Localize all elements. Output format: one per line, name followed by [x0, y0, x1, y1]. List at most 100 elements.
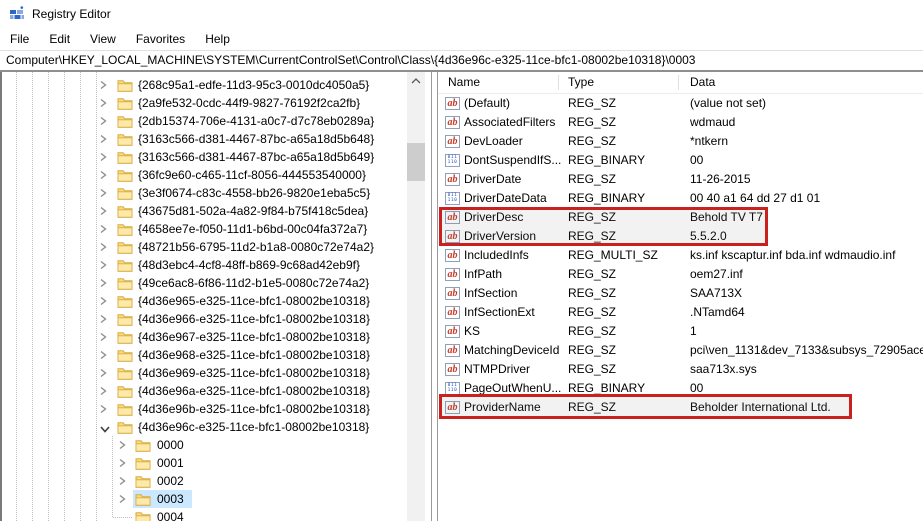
- value-row-ntmpdriver[interactable]: abNTMPDriverREG_SZsaa713x.sys: [438, 360, 923, 379]
- tree-item-label[interactable]: {3163c566-d381-4467-87bc-a65a18d5b648}: [135, 130, 377, 148]
- tree-item-label[interactable]: {4d36e966-e325-11ce-bfc1-08002be10318}: [135, 310, 373, 328]
- expand-chevron-icon[interactable]: [99, 241, 111, 253]
- menu-item-file[interactable]: File: [0, 28, 39, 50]
- tree-item-label[interactable]: 0002: [154, 472, 187, 490]
- tree-item-label[interactable]: 0001: [154, 454, 187, 472]
- tree-item-3e3f0674[interactable]: {3e3f0674-c83c-4558-bb26-9820e1eba5c5}: [2, 184, 431, 202]
- panel-splitter[interactable]: [431, 72, 438, 521]
- tree-item-0003[interactable]: 0003: [2, 490, 431, 508]
- value-row-ks[interactable]: abKSREG_SZ1: [438, 322, 923, 341]
- value-row-driverdatedata[interactable]: 011110DriverDateDataREG_BINARY00 40 a1 6…: [438, 189, 923, 208]
- tree-item-0001[interactable]: 0001: [2, 454, 431, 472]
- tree-item-label[interactable]: {268c95a1-edfe-11d3-95c3-0010dc4050a5}: [135, 76, 372, 94]
- expand-chevron-icon[interactable]: [99, 223, 111, 235]
- expand-chevron-icon[interactable]: [118, 439, 130, 451]
- tree-item-43675d81[interactable]: {43675d81-502a-4a82-9f84-b75f418c5dea}: [2, 202, 431, 220]
- column-header-type[interactable]: Type: [568, 72, 594, 93]
- expand-chevron-icon[interactable]: [99, 205, 111, 217]
- value-row-infsectionext[interactable]: abInfSectionExtREG_SZ.NTamd64: [438, 303, 923, 322]
- tree-item-label[interactable]: {36fc9e60-c465-11cf-8056-444553540000}: [135, 166, 369, 184]
- expand-chevron-icon[interactable]: [118, 475, 130, 487]
- tree-item-label[interactable]: {48721b56-6795-11d2-b1a8-0080c72e74a2}: [135, 238, 377, 256]
- tree-scrollbar[interactable]: [407, 72, 425, 521]
- expand-chevron-icon[interactable]: [118, 493, 130, 505]
- column-header-data[interactable]: Data: [690, 72, 715, 93]
- expand-chevron-icon[interactable]: [99, 313, 111, 325]
- tree-item-4d36e96a[interactable]: {4d36e96a-e325-11ce-bfc1-08002be10318}: [2, 382, 431, 400]
- column-header-name[interactable]: Name: [448, 72, 480, 93]
- value-row-infsection[interactable]: abInfSectionREG_SZSAA713X: [438, 284, 923, 303]
- expand-chevron-icon[interactable]: [99, 331, 111, 343]
- expand-chevron-icon[interactable]: [118, 457, 130, 469]
- column-divider[interactable]: [678, 75, 679, 90]
- scroll-up-arrow-icon[interactable]: [407, 72, 425, 89]
- tree-item-label[interactable]: {4d36e969-e325-11ce-bfc1-08002be10318}: [135, 364, 373, 382]
- expand-chevron-icon[interactable]: [99, 295, 111, 307]
- tree-item-label[interactable]: 0003: [154, 490, 187, 508]
- tree-item-label[interactable]: {4d36e96c-e325-11ce-bfc1-08002be10318}: [135, 418, 372, 436]
- expand-chevron-icon[interactable]: [99, 385, 111, 397]
- tree-item-3163c566[interactable]: {3163c566-d381-4467-87bc-a65a18d5b649}: [2, 148, 431, 166]
- tree-item-4d36e965[interactable]: {4d36e965-e325-11ce-bfc1-08002be10318}: [2, 292, 431, 310]
- expand-chevron-icon[interactable]: [99, 151, 111, 163]
- expand-chevron-icon[interactable]: [99, 187, 111, 199]
- tree-item-268c95a1[interactable]: {268c95a1-edfe-11d3-95c3-0010dc4050a5}: [2, 76, 431, 94]
- tree-item-label[interactable]: 0000: [154, 436, 187, 454]
- tree-item-48d3ebc4[interactable]: {48d3ebc4-4cf8-48ff-b869-9c68ad42eb9f}: [2, 256, 431, 274]
- tree-item-label[interactable]: {4d36e965-e325-11ce-bfc1-08002be10318}: [135, 292, 373, 310]
- menu-item-help[interactable]: Help: [195, 28, 240, 50]
- expand-chevron-icon[interactable]: [99, 97, 111, 109]
- tree-item-label[interactable]: {49ce6ac8-6f86-11d2-b1e5-0080c72e74a2}: [135, 274, 372, 292]
- tree-item-0004[interactable]: 0004: [2, 508, 431, 521]
- tree-item-0000[interactable]: 0000: [2, 436, 431, 454]
- collapse-chevron-icon[interactable]: [99, 423, 111, 435]
- tree-item-0002[interactable]: 0002: [2, 472, 431, 490]
- value-row-includedinfs[interactable]: abIncludedInfsREG_MULTI_SZks.inf kscaptu…: [438, 246, 923, 265]
- value-row-default[interactable]: ab(Default)REG_SZ(value not set): [438, 94, 923, 113]
- tree-item-label[interactable]: {4d36e967-e325-11ce-bfc1-08002be10318}: [135, 328, 373, 346]
- tree-item-label[interactable]: {4d36e968-e325-11ce-bfc1-08002be10318}: [135, 346, 373, 364]
- expand-chevron-icon[interactable]: [99, 115, 111, 127]
- tree-item-2db15374[interactable]: {2db15374-706e-4131-a0c7-d7c78eb0289a}: [2, 112, 431, 130]
- value-row-dontsuspendifs[interactable]: 011110DontSuspendIfS...REG_BINARY00: [438, 151, 923, 170]
- tree-item-label[interactable]: {3163c566-d381-4467-87bc-a65a18d5b649}: [135, 148, 377, 166]
- tree-item-label[interactable]: {3e3f0674-c83c-4558-bb26-9820e1eba5c5}: [135, 184, 373, 202]
- tree-item-label[interactable]: {4d36e96a-e325-11ce-bfc1-08002be10318}: [135, 382, 373, 400]
- tree-item-label[interactable]: {4658ee7e-f050-11d1-b6bd-00c04fa372a7}: [135, 220, 370, 238]
- value-row-infpath[interactable]: abInfPathREG_SZoem27.inf: [438, 265, 923, 284]
- tree-item-label[interactable]: {2db15374-706e-4131-a0c7-d7c78eb0289a}: [135, 112, 377, 130]
- expand-chevron-icon[interactable]: [99, 79, 111, 91]
- expand-chevron-icon[interactable]: [99, 133, 111, 145]
- value-row-matchingdeviceid[interactable]: abMatchingDeviceIdREG_SZpci\ven_1131&dev…: [438, 341, 923, 360]
- expand-chevron-icon[interactable]: [99, 367, 111, 379]
- value-row-devloader[interactable]: abDevLoaderREG_SZ*ntkern: [438, 132, 923, 151]
- menu-item-favorites[interactable]: Favorites: [126, 28, 195, 50]
- expand-chevron-icon[interactable]: [99, 277, 111, 289]
- tree-item-label[interactable]: {43675d81-502a-4a82-9f84-b75f418c5dea}: [135, 202, 371, 220]
- tree-item-label[interactable]: {48d3ebc4-4cf8-48ff-b869-9c68ad42eb9f}: [135, 256, 363, 274]
- expand-chevron-icon[interactable]: [99, 169, 111, 181]
- tree-item-3163c566[interactable]: {3163c566-d381-4467-87bc-a65a18d5b648}: [2, 130, 431, 148]
- tree-item-49ce6ac8[interactable]: {49ce6ac8-6f86-11d2-b1e5-0080c72e74a2}: [2, 274, 431, 292]
- value-row-driverdate[interactable]: abDriverDateREG_SZ11-26-2015: [438, 170, 923, 189]
- column-divider[interactable]: [558, 75, 559, 90]
- address-bar[interactable]: Computer\HKEY_LOCAL_MACHINE\SYSTEM\Curre…: [0, 50, 923, 72]
- tree-item-4658ee7e[interactable]: {4658ee7e-f050-11d1-b6bd-00c04fa372a7}: [2, 220, 431, 238]
- menu-item-edit[interactable]: Edit: [39, 28, 80, 50]
- expand-chevron-icon[interactable]: [99, 403, 111, 415]
- tree-item-label[interactable]: {4d36e96b-e325-11ce-bfc1-08002be10318}: [135, 400, 373, 418]
- tree-item-48721b56[interactable]: {48721b56-6795-11d2-b1a8-0080c72e74a2}: [2, 238, 431, 256]
- tree-item-4d36e966[interactable]: {4d36e966-e325-11ce-bfc1-08002be10318}: [2, 310, 431, 328]
- tree-item-label[interactable]: 0004: [154, 508, 187, 521]
- expand-chevron-icon[interactable]: [99, 349, 111, 361]
- menu-item-view[interactable]: View: [80, 28, 126, 50]
- tree-item-4d36e96c[interactable]: {4d36e96c-e325-11ce-bfc1-08002be10318}: [2, 418, 431, 436]
- expand-chevron-icon[interactable]: [99, 259, 111, 271]
- tree-item-4d36e96b[interactable]: {4d36e96b-e325-11ce-bfc1-08002be10318}: [2, 400, 431, 418]
- tree-item-4d36e968[interactable]: {4d36e968-e325-11ce-bfc1-08002be10318}: [2, 346, 431, 364]
- scrollbar-thumb[interactable]: [407, 143, 425, 181]
- tree-item-label[interactable]: {2a9fe532-0cdc-44f9-9827-76192f2ca2fb}: [135, 94, 363, 112]
- tree-item-2a9fe532[interactable]: {2a9fe532-0cdc-44f9-9827-76192f2ca2fb}: [2, 94, 431, 112]
- value-row-associatedfilters[interactable]: abAssociatedFiltersREG_SZwdmaud: [438, 113, 923, 132]
- tree-item-4d36e969[interactable]: {4d36e969-e325-11ce-bfc1-08002be10318}: [2, 364, 431, 382]
